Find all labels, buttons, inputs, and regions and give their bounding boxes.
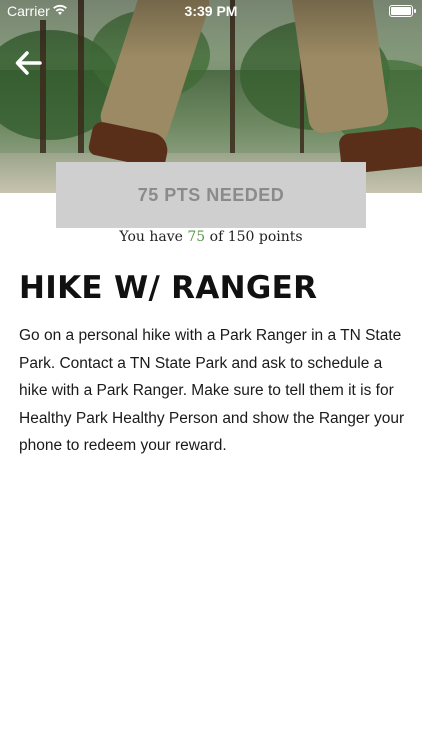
points-summary: You have 75 of 150 points <box>0 229 422 245</box>
points-needed-banner: 75 PTS NEEDED <box>56 162 366 228</box>
points-needed-label: 75 PTS NEEDED <box>137 184 285 205</box>
points-suffix: of 150 points <box>209 229 303 245</box>
points-current: 75 <box>187 229 206 245</box>
back-button[interactable] <box>14 50 48 80</box>
points-prefix: You have <box>119 229 183 245</box>
battery-fill <box>391 7 411 15</box>
status-time: 3:39 PM <box>184 3 238 19</box>
reward-title: HIKE W/ RANGER <box>19 270 318 306</box>
arrow-left-icon <box>15 51 42 75</box>
reward-description: Go on a personal hike with a Park Ranger… <box>19 327 405 454</box>
reward-detail-screen: Carrier 3:39 PM 75 PTS NEEDED You have 7… <box>0 0 422 750</box>
status-bar: Carrier 3:39 PM <box>0 0 422 22</box>
battery-icon <box>389 5 416 17</box>
